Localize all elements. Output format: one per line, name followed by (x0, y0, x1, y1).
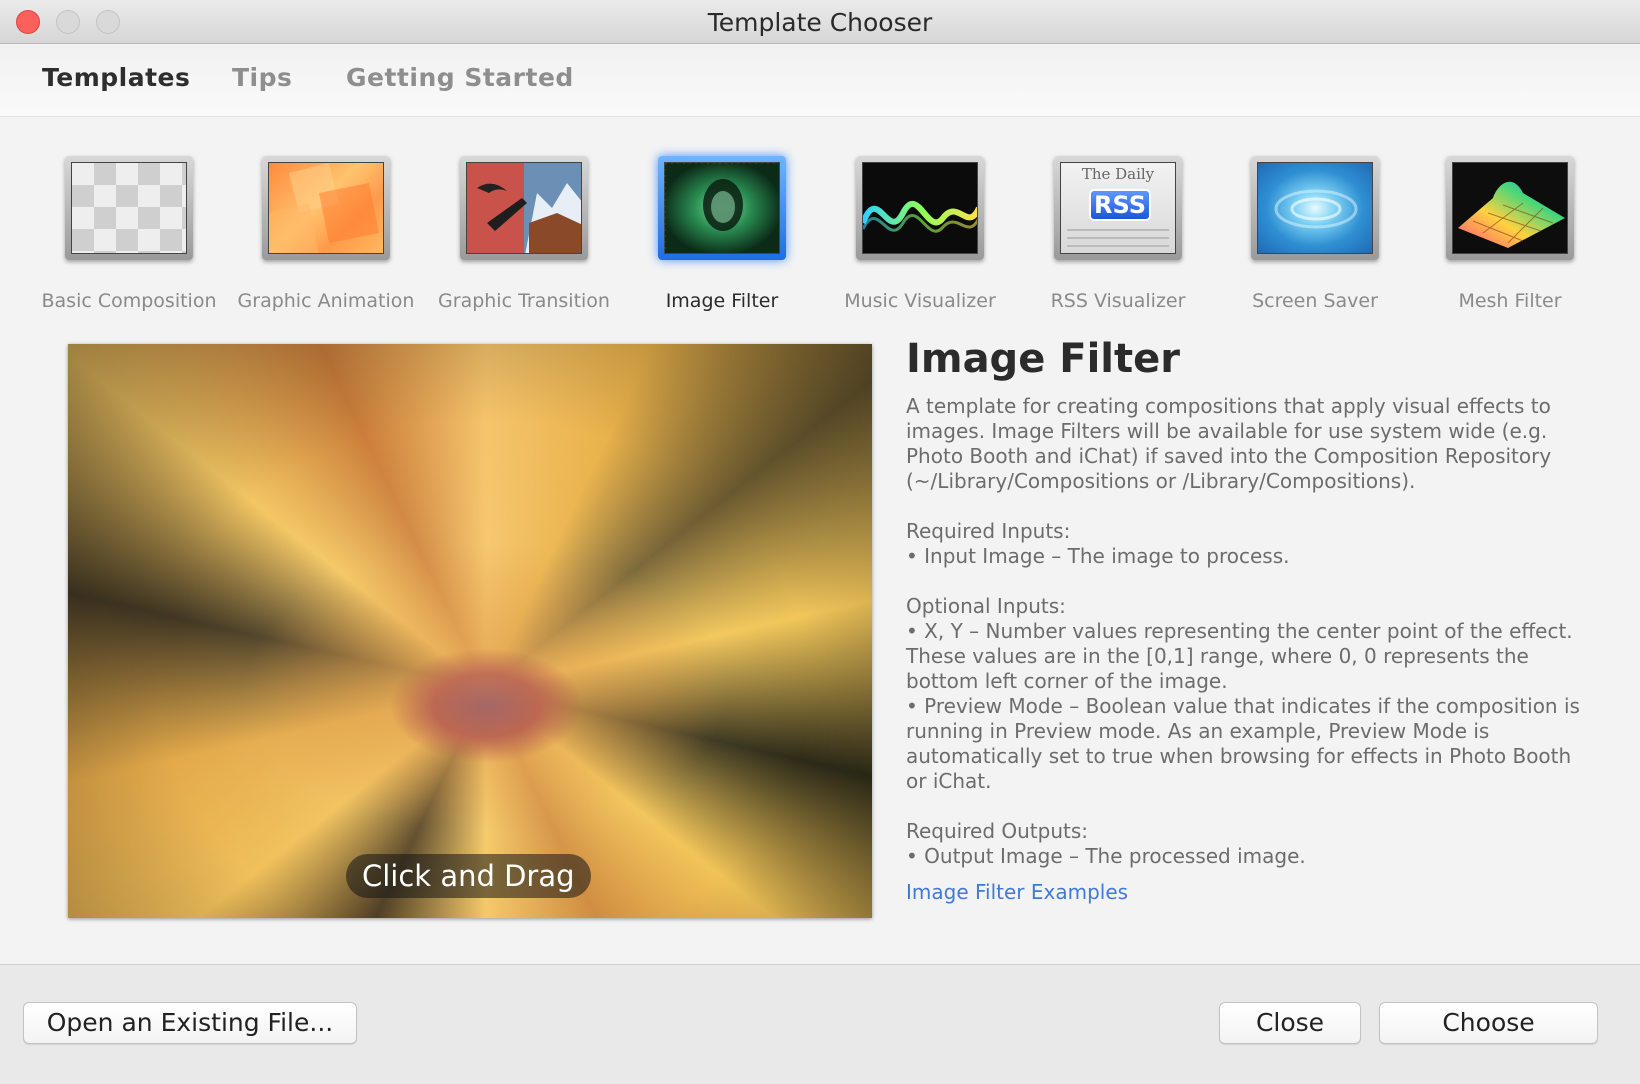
template-frame: The Daily RSS (1054, 156, 1182, 260)
template-label: Music Visualizer (844, 290, 996, 312)
template-frame (460, 156, 588, 260)
orange-shapes-icon (268, 162, 384, 254)
template-graphic-transition[interactable]: Graphic Transition (429, 156, 619, 312)
template-music-visualizer[interactable]: Music Visualizer (825, 156, 1015, 312)
template-label: Image Filter (665, 290, 779, 312)
template-label: Mesh Filter (1458, 290, 1562, 312)
tab-getting-started[interactable]: Getting Started (346, 63, 574, 92)
required-outputs-heading: Required Outputs: (906, 819, 1089, 843)
photo-transition-icon (466, 162, 582, 254)
bottom-bar: Open an Existing File... Close Choose (0, 964, 1640, 1084)
preview-shading (68, 344, 872, 918)
template-rss-visualizer[interactable]: The Daily RSS RSS Visualizer (1023, 156, 1213, 312)
choose-button[interactable]: Choose (1379, 1002, 1598, 1044)
template-label: RSS Visualizer (1050, 290, 1186, 312)
open-existing-file-button[interactable]: Open an Existing File... (23, 1002, 357, 1044)
template-label: Basic Composition (41, 290, 217, 312)
template-mesh-filter[interactable]: Mesh Filter (1415, 156, 1605, 312)
optional-inputs-heading: Optional Inputs: (906, 594, 1066, 618)
template-basic-composition[interactable]: Basic Composition (34, 156, 224, 312)
template-frame (658, 156, 786, 260)
required-input-item: • Input Image – The image to process. (906, 544, 1290, 568)
composition-preview[interactable]: Click and Drag (68, 344, 872, 918)
template-chooser-window: Template Chooser Templates Tips Getting … (0, 0, 1640, 1084)
tab-bar: Templates Tips Getting Started (0, 45, 1640, 117)
template-frame (856, 156, 984, 260)
template-frame (1251, 156, 1379, 260)
tab-tips[interactable]: Tips (232, 63, 292, 92)
optional-input-item: • Preview Mode – Boolean value that indi… (906, 694, 1580, 793)
required-output-item: • Output Image – The processed image. (906, 844, 1306, 868)
click-and-drag-hint: Click and Drag (346, 854, 591, 898)
template-graphic-animation[interactable]: Graphic Animation (231, 156, 421, 312)
newspaper-masthead: The Daily (1081, 165, 1155, 183)
window-title: Template Chooser (707, 8, 933, 37)
template-frame (1446, 156, 1574, 260)
template-screen-saver[interactable]: Screen Saver (1220, 156, 1410, 312)
swirl-icon (1257, 162, 1373, 254)
title-bar[interactable]: Template Chooser (0, 0, 1640, 44)
rss-badge: RSS (1089, 189, 1151, 221)
template-image-filter[interactable]: Image Filter (627, 156, 817, 312)
description-title: Image Filter (906, 336, 1180, 382)
template-label: Graphic Animation (237, 290, 415, 312)
filtered-portrait-icon (664, 162, 780, 254)
image-filter-examples-link[interactable]: Image Filter Examples (906, 880, 1128, 904)
template-description: Image Filter A template for creating com… (906, 336, 1586, 904)
required-inputs-heading: Required Inputs: (906, 519, 1071, 543)
mesh-surface-icon (1452, 162, 1568, 254)
description-intro: A template for creating compositions tha… (906, 394, 1552, 493)
template-frame (262, 156, 390, 260)
checkerboard-icon (71, 162, 187, 254)
template-label: Graphic Transition (438, 290, 610, 312)
template-label: Screen Saver (1252, 290, 1378, 312)
template-frame (65, 156, 193, 260)
tab-templates[interactable]: Templates (42, 63, 190, 92)
close-button[interactable]: Close (1219, 1002, 1361, 1044)
optional-input-item: • X, Y – Number values representing the … (906, 619, 1573, 693)
rss-newspaper-icon: The Daily RSS (1060, 162, 1176, 254)
waveform-icon (862, 162, 978, 254)
